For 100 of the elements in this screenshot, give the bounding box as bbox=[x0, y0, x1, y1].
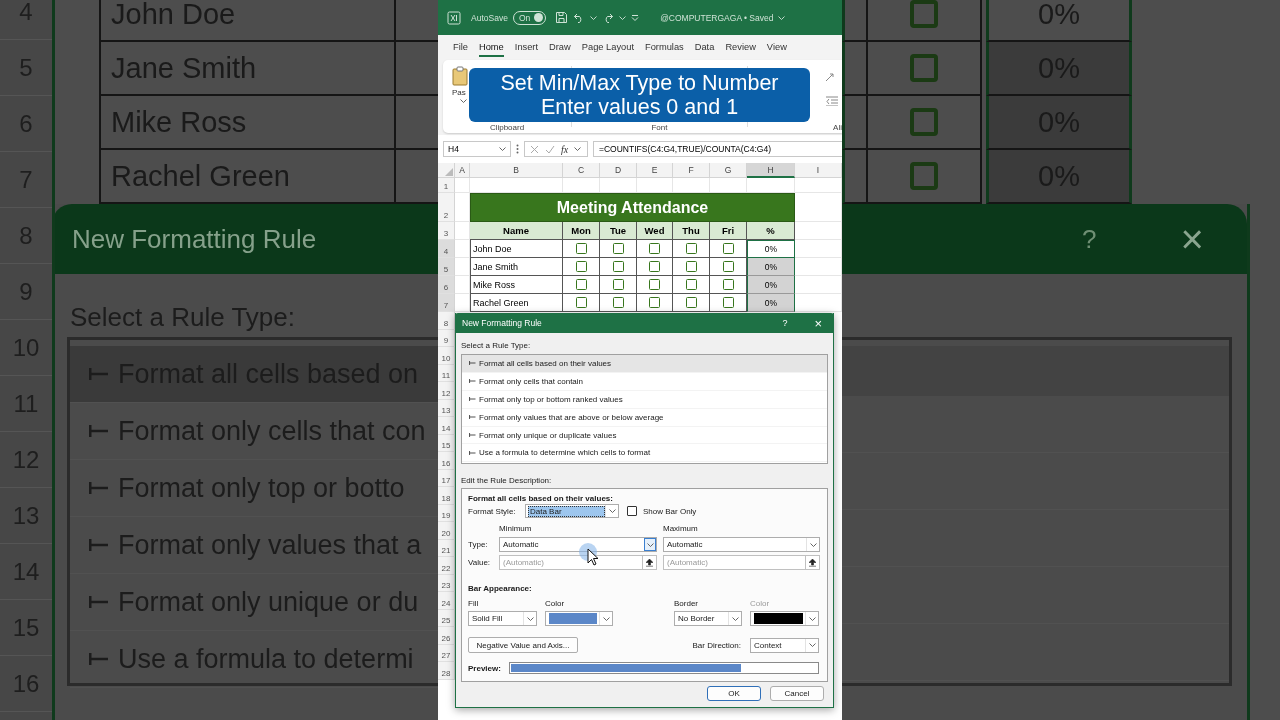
list-item[interactable]: Format only values that are above or below average bbox=[462, 408, 827, 427]
dropdown[interactable]: Automatic bbox=[499, 537, 657, 552]
column-header[interactable]: I bbox=[795, 163, 842, 178]
row-number[interactable]: 10 bbox=[438, 347, 455, 365]
document-title[interactable]: @COMPUTERGAGA • Saved bbox=[660, 12, 774, 23]
column-heading: Minimum bbox=[499, 524, 533, 534]
ribbon-tab[interactable]: Data bbox=[694, 38, 715, 57]
column-header[interactable]: F bbox=[673, 163, 710, 178]
column-heading: Wed bbox=[637, 222, 673, 240]
dropdown[interactable]: Solid Fill bbox=[468, 611, 537, 626]
column-heading: Tue bbox=[600, 222, 637, 240]
table-cell[interactable]: 0% bbox=[747, 258, 795, 276]
help-label: ? bbox=[1082, 223, 1097, 255]
ribbon-tab[interactable]: Review bbox=[725, 38, 756, 57]
column-heading: Fri bbox=[710, 222, 747, 240]
column-header[interactable]: H bbox=[747, 163, 795, 178]
negative-value-button[interactable]: Negative Value and Axis... bbox=[468, 637, 578, 653]
row-number[interactable]: 20 bbox=[438, 522, 455, 540]
field-label: Type: bbox=[468, 540, 489, 549]
row-number[interactable]: 2 bbox=[438, 193, 455, 222]
row-number[interactable]: 16 bbox=[438, 452, 455, 470]
column-heading: Maximum bbox=[663, 524, 699, 534]
dropdown[interactable]: Data Bar bbox=[525, 504, 619, 518]
row-number[interactable]: 5 bbox=[438, 258, 455, 276]
value-field[interactable]: (Automatic) bbox=[499, 555, 642, 570]
close-button[interactable]: × bbox=[814, 316, 822, 330]
row-number[interactable]: 12 bbox=[438, 382, 455, 400]
row-number[interactable]: 18 bbox=[438, 487, 455, 505]
row-number[interactable]: 26 bbox=[438, 627, 455, 645]
formula-field[interactable]: =COUNTIFS(C4:G4,TRUE)/COUNTA(C4:G4) bbox=[593, 141, 842, 157]
column-header[interactable]: D bbox=[600, 163, 637, 178]
dialog-title: New Formatting Rule bbox=[72, 223, 317, 255]
table-cell[interactable]: 0% bbox=[747, 276, 795, 294]
ribbon-tab[interactable]: Home bbox=[479, 38, 504, 57]
insert-function-button[interactable]: fx bbox=[561, 143, 569, 155]
column-header[interactable]: E bbox=[637, 163, 673, 178]
field-label: Value: bbox=[468, 558, 492, 567]
value-field[interactable]: (Automatic) bbox=[663, 555, 805, 570]
column-header[interactable]: C bbox=[563, 163, 600, 178]
group-label: Clipboard bbox=[488, 123, 526, 133]
column-header[interactable]: A bbox=[455, 163, 470, 178]
autosave-label: AutoSave bbox=[471, 12, 508, 23]
list-item[interactable]: Format only top or bottom ranked values bbox=[462, 390, 827, 409]
ribbon-tab[interactable]: View bbox=[766, 38, 787, 57]
list-item[interactable]: Format only cells that contain bbox=[462, 372, 827, 391]
field-label: Bar Direction: bbox=[692, 640, 741, 650]
row-number[interactable]: 8 bbox=[438, 312, 455, 330]
table-cell[interactable]: 0% bbox=[747, 240, 795, 258]
ribbon-tab[interactable]: Page Layout bbox=[581, 38, 634, 57]
ribbon-tab[interactable]: File bbox=[453, 38, 468, 57]
ribbon-tab[interactable]: Formulas bbox=[645, 38, 684, 57]
row-number[interactable]: 22 bbox=[438, 557, 455, 575]
group-label: Ali bbox=[832, 123, 842, 133]
row-number[interactable]: 6 bbox=[438, 276, 455, 294]
cancel-button[interactable]: Cancel bbox=[770, 686, 824, 701]
column-heading: Name bbox=[470, 222, 563, 240]
row-number[interactable]: 7 bbox=[438, 294, 455, 312]
row-number[interactable]: 28 bbox=[438, 662, 455, 680]
column-heading: Mon bbox=[563, 222, 600, 240]
column-header[interactable]: G bbox=[710, 163, 747, 178]
caption-text: Enter values 0 and 1 bbox=[540, 95, 739, 119]
section-heading: Format all cells based on their values: bbox=[468, 494, 614, 504]
dialog-title: New Formatting Rule bbox=[462, 318, 543, 328]
row-number[interactable]: 4 bbox=[438, 240, 455, 258]
ok-button[interactable]: OK bbox=[707, 686, 761, 701]
field-label: Preview: bbox=[468, 663, 502, 673]
list-item[interactable]: Format only unique or duplicate values bbox=[462, 426, 827, 445]
help-button[interactable]: ? bbox=[782, 318, 788, 328]
column-header[interactable]: B bbox=[470, 163, 563, 178]
list-item[interactable]: Use a formula to determine which cells to format bbox=[462, 444, 827, 463]
row-number[interactable]: 3 bbox=[438, 222, 455, 240]
dropdown[interactable]: Context bbox=[750, 637, 819, 653]
table-title: Meeting Attendance bbox=[470, 193, 795, 222]
field-label: Format Style: bbox=[468, 506, 517, 516]
table-cell[interactable]: 0% bbox=[747, 294, 795, 312]
name-box[interactable]: H4 bbox=[443, 141, 511, 157]
ribbon-tab[interactable]: Insert bbox=[514, 38, 539, 57]
caption-text: Set Min/Max Type to Number bbox=[500, 71, 779, 95]
row-number[interactable]: 1 bbox=[438, 178, 455, 193]
ribbon-tab[interactable]: Draw bbox=[549, 38, 571, 57]
column-heading: % bbox=[747, 222, 795, 240]
table-cell: Mike Ross bbox=[470, 276, 563, 294]
dropdown[interactable]: Automatic bbox=[663, 537, 820, 552]
checkbox-label: Show Bar Only bbox=[643, 506, 697, 516]
section-label: Select a Rule Type: bbox=[461, 341, 532, 351]
field-label: Color bbox=[545, 599, 566, 609]
list-item[interactable]: Format all cells based on their values bbox=[462, 355, 827, 373]
column-heading: Thu bbox=[673, 222, 710, 240]
dropdown[interactable]: No Border bbox=[674, 611, 742, 626]
section-label: Edit the Rule Description: bbox=[461, 476, 553, 486]
table-cell: John Doe bbox=[470, 240, 563, 258]
field-label: Color bbox=[750, 599, 771, 609]
field-label: Border bbox=[674, 599, 699, 609]
table-cell: Rachel Green bbox=[470, 294, 563, 312]
field-label: Fill bbox=[468, 599, 480, 609]
table-cell: Jane Smith bbox=[470, 258, 563, 276]
paste-label[interactable]: Pas bbox=[452, 88, 466, 97]
row-number[interactable]: 14 bbox=[438, 417, 455, 435]
group-label: Font bbox=[650, 123, 669, 133]
row-number[interactable]: 24 bbox=[438, 592, 455, 610]
